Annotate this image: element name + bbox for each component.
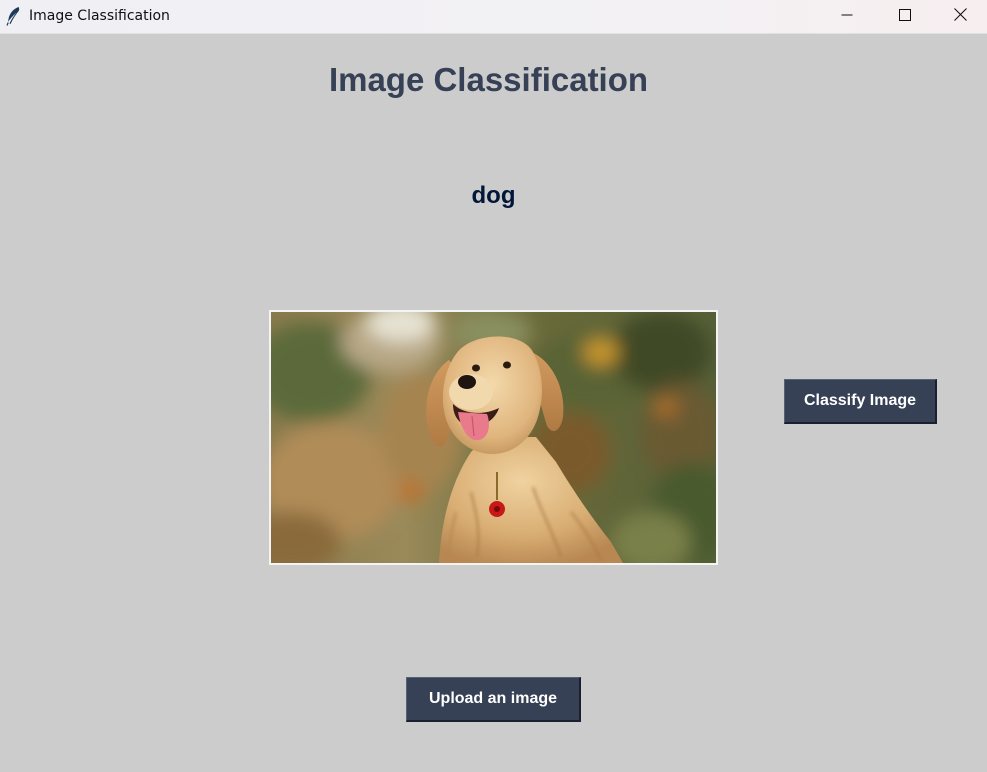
window-title: Image Classification [29,8,170,24]
app-window: Image Classification Image Classificatio… [0,0,987,772]
maximize-icon [899,8,911,26]
title-bar[interactable]: Image Classification [0,0,987,34]
close-icon [954,7,967,26]
upload-image-button[interactable]: Upload an image [406,677,581,722]
feather-icon [6,6,20,26]
page-heading: Image Classification [328,61,649,98]
uploaded-image [269,310,718,565]
dog-photo [271,312,716,563]
classify-image-button[interactable]: Classify Image [784,379,937,424]
classification-result: dog [471,182,516,209]
minimize-button[interactable] [818,0,876,33]
maximize-button[interactable] [876,0,934,33]
minimize-icon [841,8,853,26]
close-button[interactable] [934,0,987,33]
